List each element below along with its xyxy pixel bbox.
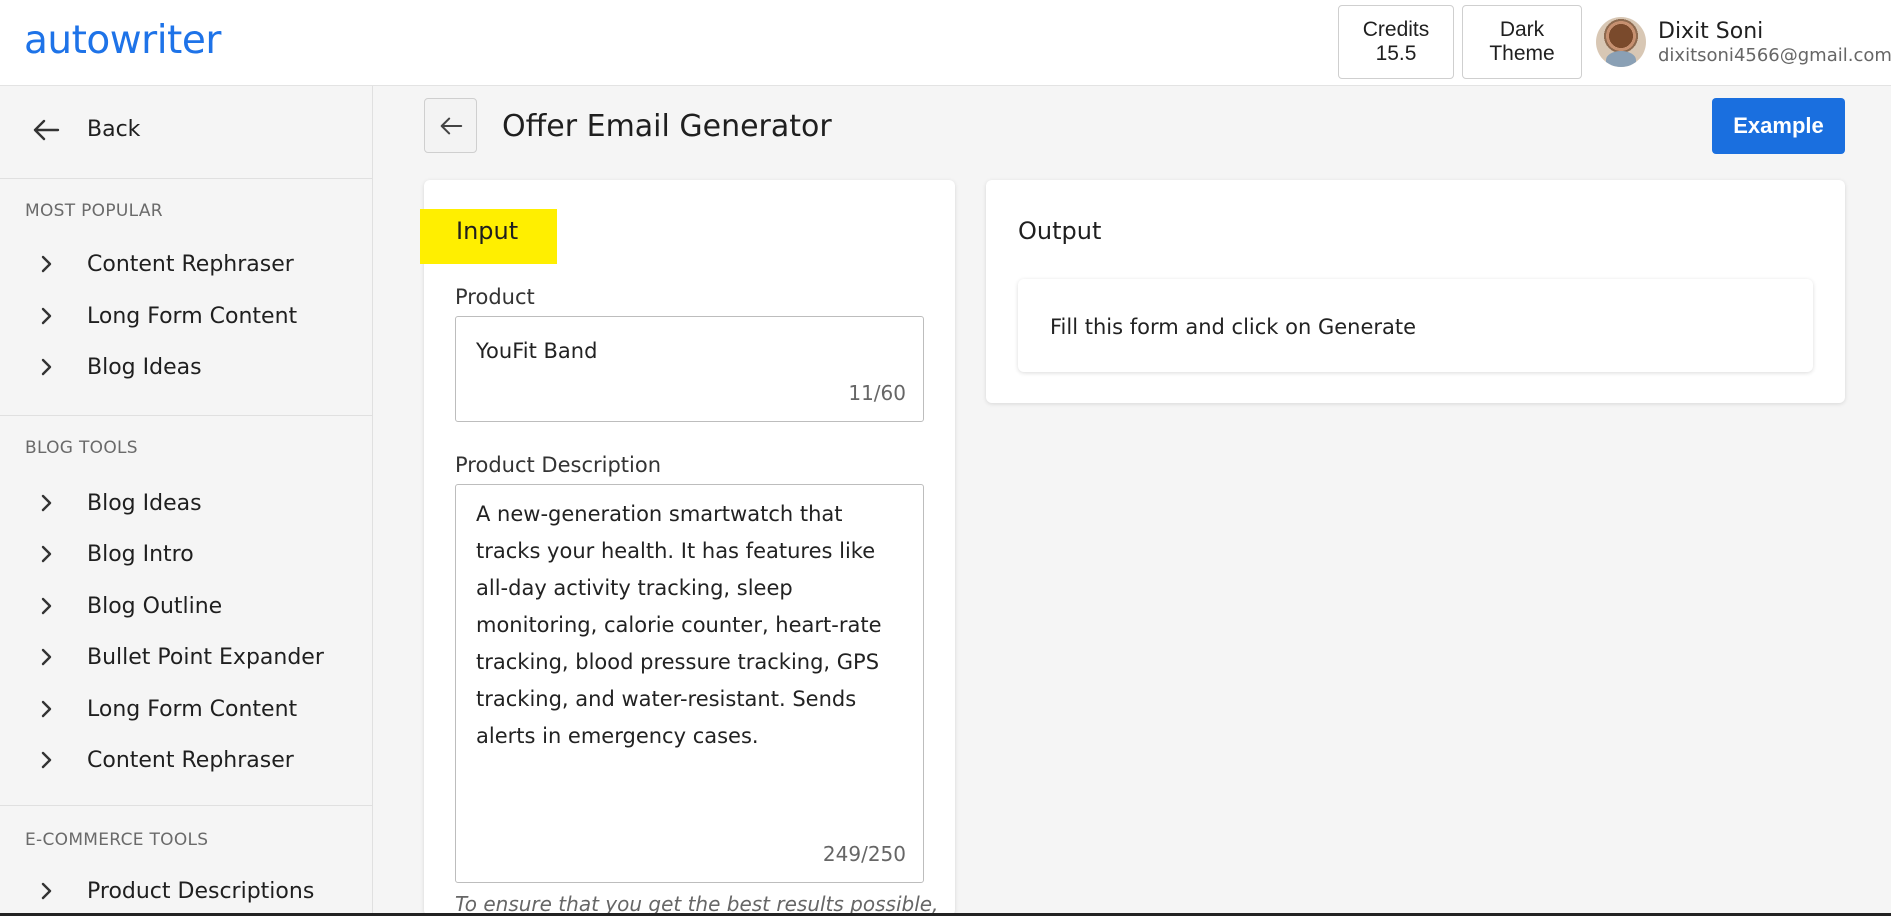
sidebar-item-blog-intro[interactable]: Blog Intro xyxy=(0,533,372,577)
sidebar-item-blog-ideas[interactable]: Blog Ideas xyxy=(0,346,372,390)
chevron-right-icon xyxy=(41,882,52,900)
output-box: Fill this form and click on Generate xyxy=(1018,279,1813,372)
sidebar-item-label: Content Rephraser xyxy=(87,252,294,277)
chevron-right-icon xyxy=(41,358,52,376)
chevron-right-icon xyxy=(41,494,52,512)
theme-label-line1: Dark xyxy=(1499,17,1545,41)
sidebar-item-label: Blog Ideas xyxy=(87,491,202,516)
sidebar-item-blog-outline[interactable]: Blog Outline xyxy=(0,585,372,629)
credits-label: Credits xyxy=(1362,17,1430,41)
chevron-right-icon xyxy=(41,255,52,273)
product-description-textarea[interactable]: A new-generation smartwatch that tracks … xyxy=(455,484,924,883)
sidebar-item-long-form-content[interactable]: Long Form Content xyxy=(0,295,372,339)
product-input-value: YouFit Band xyxy=(476,339,598,363)
sidebar-item-content-rephraser[interactable]: Content Rephraser xyxy=(0,243,372,287)
product-description-char-count: 249/250 xyxy=(822,842,906,866)
top-bar: autowriter Credits 15.5 Dark Theme Dixit… xyxy=(0,0,1891,86)
product-input[interactable]: YouFit Band 11/60 xyxy=(455,316,924,422)
sidebar-item-label: Product Descriptions xyxy=(87,879,315,904)
output-heading: Output xyxy=(1018,217,1102,245)
chevron-right-icon xyxy=(41,597,52,615)
sidebar-item-content-rephraser[interactable]: Content Rephraser xyxy=(0,739,372,783)
product-label: Product xyxy=(455,285,535,309)
sidebar-back-link[interactable]: Back xyxy=(0,86,372,179)
credits-value: 15.5 xyxy=(1375,42,1417,65)
product-description-value: A new-generation smartwatch that tracks … xyxy=(476,502,889,748)
sidebar-item-label: Bullet Point Expander xyxy=(87,645,324,670)
input-heading: Input xyxy=(456,217,519,245)
sidebar: Back MOST POPULAR Content Rephraser Long… xyxy=(0,86,373,916)
chevron-right-icon xyxy=(41,700,52,718)
arrow-left-icon xyxy=(33,119,60,141)
sidebar-section-blog-tools: BLOG TOOLS Blog Ideas Blog Intro Blog Ou… xyxy=(0,416,372,806)
arrow-left-icon xyxy=(440,117,462,134)
output-card: Output Fill this form and click on Gener… xyxy=(986,180,1845,403)
section-title: MOST POPULAR xyxy=(25,201,163,221)
sidebar-item-label: Blog Intro xyxy=(87,542,194,567)
user-name: Dixit Soni xyxy=(1658,19,1764,44)
sidebar-item-label: Content Rephraser xyxy=(87,748,294,773)
output-placeholder: Fill this form and click on Generate xyxy=(1050,315,1417,339)
sidebar-item-label: Long Form Content xyxy=(87,304,298,329)
sidebar-item-long-form-content[interactable]: Long Form Content xyxy=(0,688,372,732)
product-char-count: 11/60 xyxy=(848,381,906,405)
avatar[interactable] xyxy=(1596,17,1646,67)
sidebar-item-label: Blog Outline xyxy=(87,594,223,619)
chevron-right-icon xyxy=(41,648,52,666)
example-button[interactable]: Example xyxy=(1712,98,1845,154)
section-title: E-COMMERCE TOOLS xyxy=(25,830,209,850)
chevron-right-icon xyxy=(41,751,52,769)
sidebar-back-label: Back xyxy=(87,117,141,142)
app-logo[interactable]: autowriter xyxy=(24,18,221,63)
sidebar-item-blog-ideas[interactable]: Blog Ideas xyxy=(0,482,372,526)
sidebar-section-ecommerce-tools: E-COMMERCE TOOLS Product Descriptions xyxy=(0,806,372,916)
sidebar-item-product-descriptions[interactable]: Product Descriptions xyxy=(0,870,372,914)
main-back-button[interactable] xyxy=(424,98,477,153)
sidebar-item-label: Long Form Content xyxy=(87,697,298,722)
dark-theme-button[interactable]: Dark Theme xyxy=(1462,5,1582,79)
chevron-right-icon xyxy=(41,307,52,325)
theme-label-line2: Theme xyxy=(1489,42,1555,65)
product-description-label: Product Description xyxy=(455,453,662,477)
user-email: dixitsoni4566@gmail.com xyxy=(1658,45,1891,66)
chevron-right-icon xyxy=(41,545,52,563)
credits-button[interactable]: Credits 15.5 xyxy=(1338,5,1454,79)
section-title: BLOG TOOLS xyxy=(25,438,138,458)
sidebar-item-label: Blog Ideas xyxy=(87,355,202,380)
sidebar-section-most-popular: MOST POPULAR Content Rephraser Long Form… xyxy=(0,179,372,416)
sidebar-item-bullet-point-expander[interactable]: Bullet Point Expander xyxy=(0,636,372,680)
page-title: Offer Email Generator xyxy=(502,109,832,144)
